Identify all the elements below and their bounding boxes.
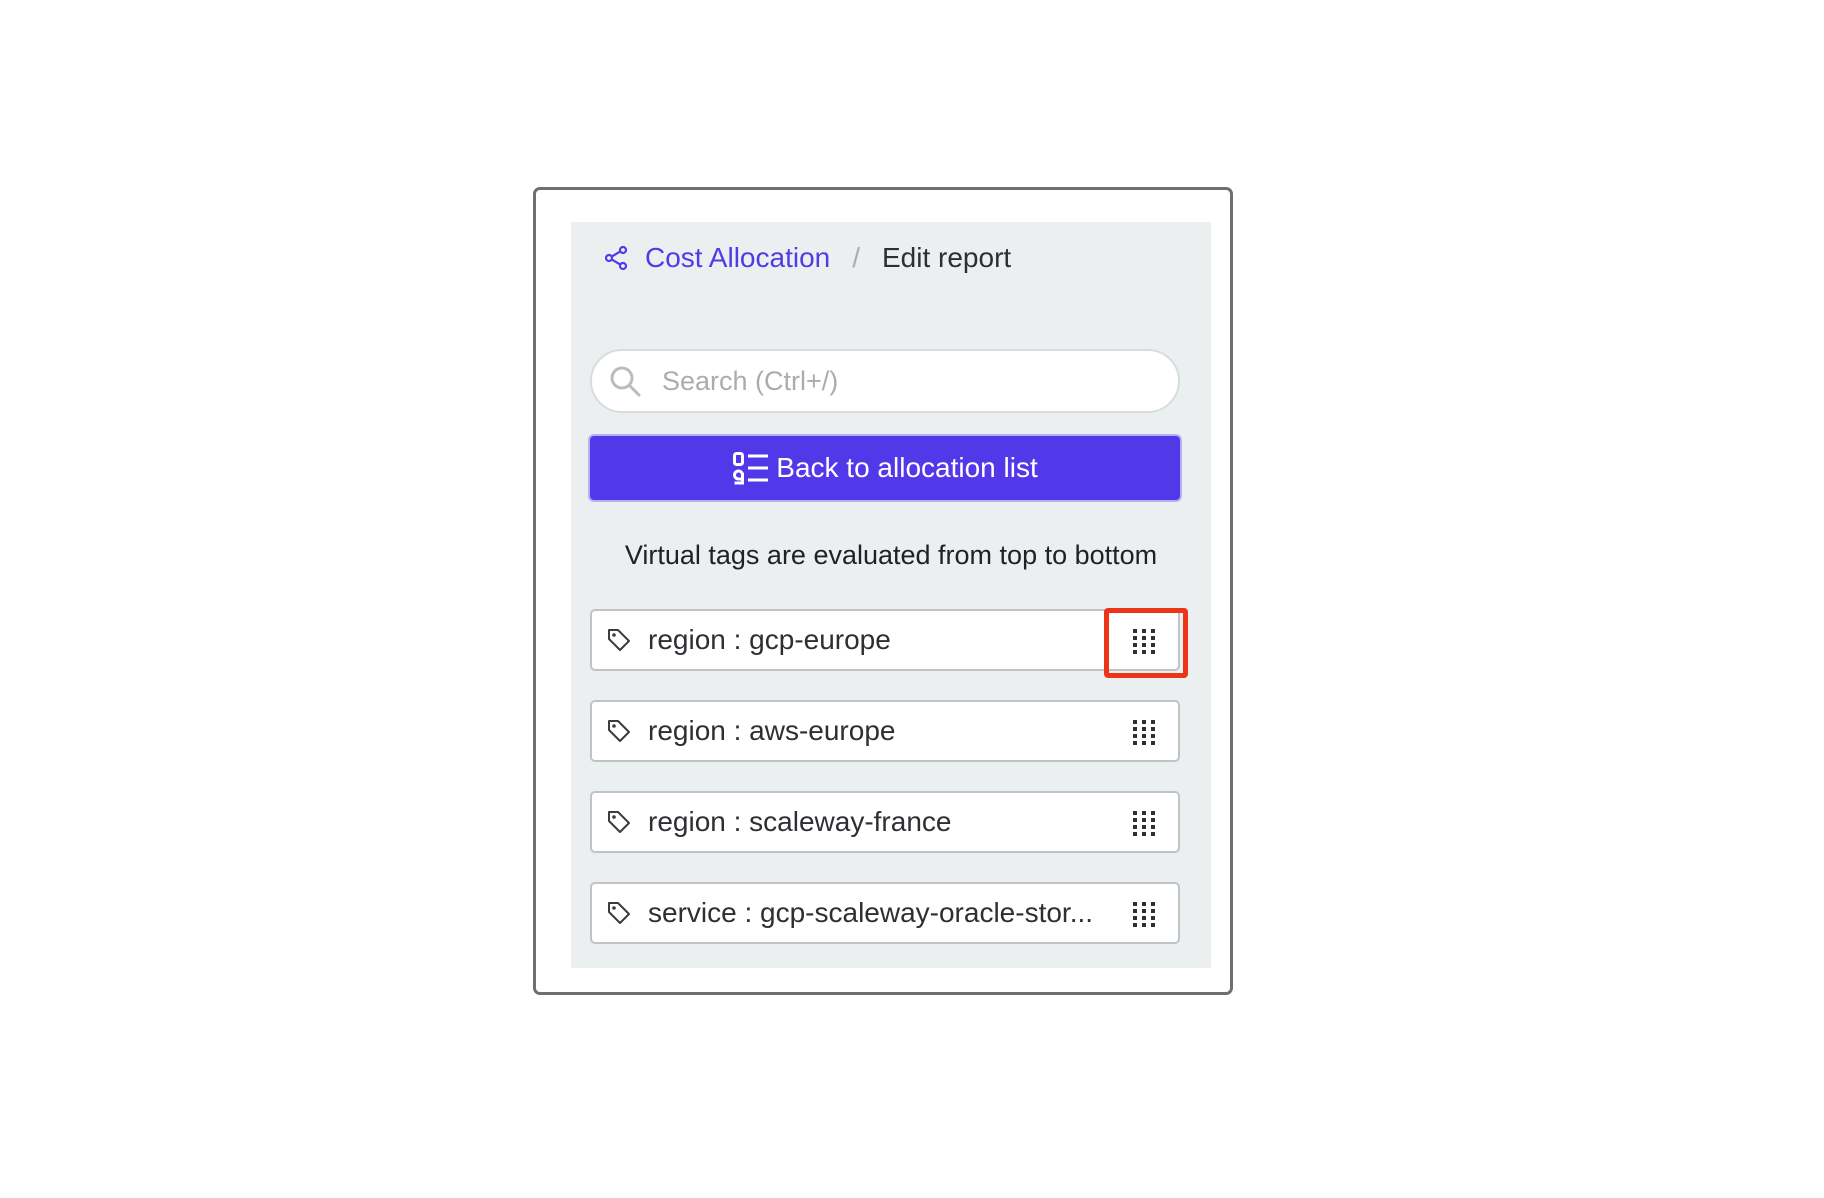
breadcrumb-current-page: Edit report — [882, 242, 1012, 273]
search-box[interactable] — [590, 349, 1180, 413]
virtual-tag-item[interactable]: service : gcp-scaleway-oracle-stor... — [590, 882, 1180, 944]
search-icon — [608, 364, 642, 398]
cost-allocation-panel — [571, 222, 1211, 968]
virtual-tag-label: service : gcp-scaleway-oracle-stor... — [648, 897, 1094, 928]
virtual-tag-item[interactable]: region : gcp-europe — [590, 609, 1180, 671]
breadcrumb: Cost Allocation / Edit report — [603, 238, 1011, 278]
share-icon — [603, 245, 629, 271]
drag-handle-icon[interactable] — [1132, 810, 1156, 838]
list-numbered-icon — [732, 451, 770, 485]
tag-icon — [606, 900, 632, 926]
drag-handle-icon[interactable] — [1132, 719, 1156, 747]
virtual-tag-label: region : scaleway-france — [648, 806, 952, 837]
tag-icon — [606, 627, 632, 653]
back-button-label: Back to allocation list — [776, 452, 1038, 483]
drag-handle-icon[interactable] — [1132, 901, 1156, 929]
back-to-allocation-list-button[interactable]: Back to allocation list — [588, 434, 1182, 502]
virtual-tag-item[interactable]: region : aws-europe — [590, 700, 1180, 762]
search-input[interactable] — [662, 365, 1142, 397]
tag-icon — [606, 718, 632, 744]
drag-handle-highlight-box — [1104, 608, 1188, 678]
tag-icon — [606, 809, 632, 835]
evaluation-order-hint: Virtual tags are evaluated from top to b… — [624, 540, 1158, 570]
breadcrumb-cost-allocation-link[interactable]: Cost Allocation — [645, 242, 830, 274]
breadcrumb-separator: / — [852, 242, 860, 273]
virtual-tag-label: region : gcp-europe — [648, 624, 891, 655]
virtual-tag-label: region : aws-europe — [648, 715, 896, 746]
virtual-tag-item[interactable]: region : scaleway-france — [590, 791, 1180, 853]
